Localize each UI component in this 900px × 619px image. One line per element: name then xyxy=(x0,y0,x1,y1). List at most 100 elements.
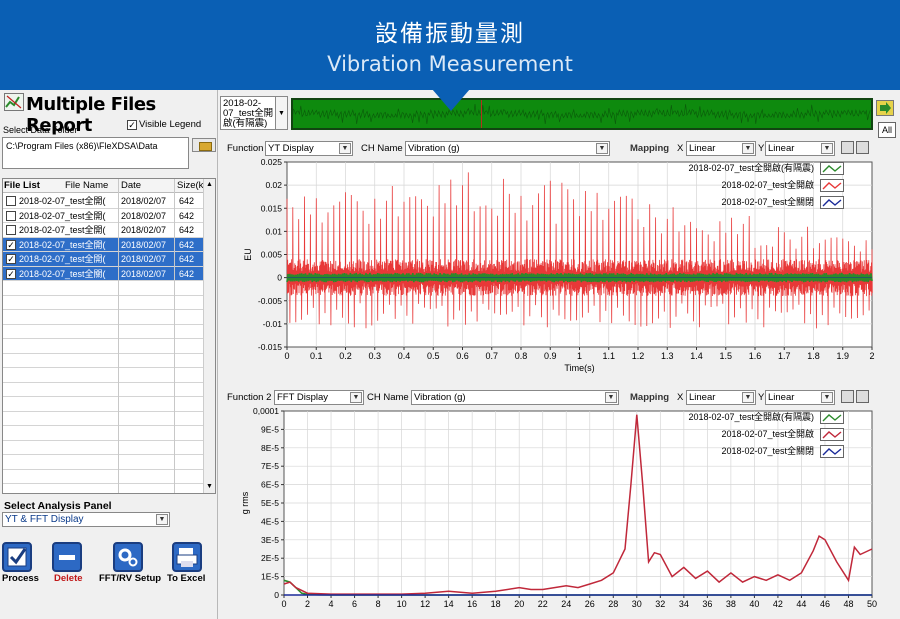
x-tick-label: 0.7 xyxy=(485,351,498,361)
x-tick-label: 50 xyxy=(867,599,877,609)
chevron-down-icon[interactable]: ▼ xyxy=(821,143,833,154)
chevron-down-icon[interactable]: ▼ xyxy=(275,96,288,130)
to-excel-button[interactable] xyxy=(172,542,202,572)
process-button[interactable] xyxy=(2,542,32,572)
folder-path-field[interactable]: C:\Program Files (x86)\FleXDSA\Data xyxy=(2,137,189,169)
file-checkbox[interactable] xyxy=(6,225,16,235)
fft-setup-button[interactable] xyxy=(113,542,143,572)
x-tick-label: 36 xyxy=(702,599,712,609)
pan-icon[interactable] xyxy=(856,390,869,403)
file-checkbox[interactable] xyxy=(6,196,16,206)
printer-icon xyxy=(176,548,198,567)
gear-icon xyxy=(118,548,138,567)
ch-name2-select[interactable]: Vibration (g) ▼ xyxy=(411,390,619,405)
function-label: Function xyxy=(227,143,264,154)
report-icon xyxy=(4,93,24,111)
chevron-down-icon[interactable]: ▼ xyxy=(339,143,351,154)
overview-cursor[interactable] xyxy=(481,100,482,128)
x-tick-label: 1.1 xyxy=(602,351,615,361)
chevron-down-icon[interactable]: ▼ xyxy=(350,392,362,403)
file-list-table[interactable]: File List File Name Date Size(k 2018-02-… xyxy=(2,178,216,494)
x-tick-label: 18 xyxy=(491,599,501,609)
mapping2-y-select[interactable]: Linear ▼ xyxy=(765,390,835,405)
y-axis-label: EU xyxy=(243,248,253,261)
function2-select[interactable]: FFT Display ▼ xyxy=(274,390,364,405)
browse-folder-button[interactable] xyxy=(192,138,216,152)
legend-entry[interactable]: 2018-02-07_test全開啟 xyxy=(631,427,846,444)
chevron-down-icon[interactable]: ▼ xyxy=(596,143,608,154)
x-tick-label: 16 xyxy=(467,599,477,609)
mapping-y-label: Y xyxy=(758,143,765,154)
mapping2-y-value: Linear xyxy=(768,392,795,403)
function2-value: FFT Display xyxy=(277,392,329,403)
x-tick-label: 48 xyxy=(843,599,853,609)
delete-label: Delete xyxy=(54,573,83,584)
file-checkbox[interactable] xyxy=(6,210,16,221)
mapping-x-select[interactable]: Linear ▼ xyxy=(686,141,756,156)
header-size[interactable]: Size(k xyxy=(177,179,205,193)
overview-waveform[interactable] xyxy=(291,98,873,130)
mapping2-label: Mapping xyxy=(630,392,670,403)
header-date[interactable]: Date xyxy=(121,179,173,193)
x-tick-label: 46 xyxy=(820,599,830,609)
fft-setup-label: FFT/RV Setup xyxy=(99,573,162,584)
x-tick-label: 1.6 xyxy=(749,351,762,361)
file-name-cell: 2018-02-07_test全開( xyxy=(19,239,106,250)
legend-entry[interactable]: 2018-02-07_test全關閉 xyxy=(631,444,846,461)
banner: 設備振動量測 Vibration Measurement xyxy=(0,0,900,90)
legend-entry[interactable]: 2018-02-07_test全開啟(有隔震) xyxy=(631,161,846,178)
pan-icon[interactable] xyxy=(856,141,869,154)
visible-legend-checkbox[interactable]: ✓ xyxy=(127,119,137,130)
file-size-cell: 642 xyxy=(179,239,195,250)
zoom-icon[interactable] xyxy=(841,141,854,154)
x-tick-label: 38 xyxy=(726,599,736,609)
y-tick-label: 0.005 xyxy=(261,250,283,260)
delete-button[interactable] xyxy=(52,542,82,572)
all-button[interactable]: All xyxy=(878,122,896,138)
analysis-panel-select[interactable]: YT & FFT Display ▼ xyxy=(2,512,170,527)
x-tick-label: 1.5 xyxy=(719,351,732,361)
file-date-cell: 2018/02/07 xyxy=(121,268,167,279)
ch-name-select[interactable]: Vibration (g) ▼ xyxy=(405,141,610,156)
y-tick-label: 5E-5 xyxy=(261,498,279,508)
chevron-down-icon[interactable]: ▼ xyxy=(156,514,168,525)
select-folder-label: Select Data Folder xyxy=(3,125,78,135)
chevron-down-icon[interactable]: ▼ xyxy=(742,392,754,403)
file-checkbox[interactable]: ✓ xyxy=(6,239,16,250)
visible-legend-toggle[interactable]: ✓ Visible Legend xyxy=(127,119,201,130)
x-tick-label: 4 xyxy=(329,599,334,609)
application-window: Multiple Files Report ✓ Visible Legend S… xyxy=(0,90,900,619)
chevron-down-icon[interactable]: ▼ xyxy=(605,392,617,403)
file-date-cell: 2018/02/07 xyxy=(121,254,167,264)
scroll-down-icon[interactable]: ▼ xyxy=(204,481,215,493)
arrow-right-icon[interactable] xyxy=(876,100,894,116)
x-tick-label: 30 xyxy=(632,599,642,609)
x-tick-label: 20 xyxy=(514,599,524,609)
banner-pointer xyxy=(432,89,470,111)
file-date-cell: 2018/02/07 xyxy=(121,239,167,250)
chevron-down-icon[interactable]: ▼ xyxy=(821,392,833,403)
x-tick-label: 1.3 xyxy=(661,351,674,361)
x-tick-label: 0.2 xyxy=(339,351,352,361)
legend-entry[interactable]: 2018-02-07_test全關閉 xyxy=(631,195,846,212)
visible-legend-label: Visible Legend xyxy=(139,119,202,130)
file-checkbox[interactable]: ✓ xyxy=(6,254,16,264)
x-tick-label: 0 xyxy=(281,599,286,609)
header-file-name[interactable]: File Name xyxy=(65,179,117,193)
x-tick-label: 14 xyxy=(444,599,454,609)
legend-entry[interactable]: 2018-02-07_test全開啟 xyxy=(631,178,846,195)
legend-entry[interactable]: 2018-02-07_test全開啟(有隔震) xyxy=(631,410,846,427)
mapping2-x-select[interactable]: Linear ▼ xyxy=(686,390,756,405)
checkmark-icon xyxy=(7,547,27,567)
y-tick-label: -0.015 xyxy=(258,342,282,352)
function-select[interactable]: YT Display ▼ xyxy=(265,141,353,156)
mapping-y-value: Linear xyxy=(768,143,795,154)
zoom-icon[interactable] xyxy=(841,390,854,403)
file-checkbox[interactable]: ✓ xyxy=(6,268,16,279)
mapping-y-select[interactable]: Linear ▼ xyxy=(765,141,835,156)
file-list-scrollbar[interactable]: ▲ ▼ xyxy=(203,179,215,493)
chevron-down-icon[interactable]: ▼ xyxy=(742,143,754,154)
scroll-up-icon[interactable]: ▲ xyxy=(204,179,215,191)
y-tick-label: 0 xyxy=(277,273,282,283)
legend-label: 2018-02-07_test全關閉 xyxy=(721,446,814,456)
